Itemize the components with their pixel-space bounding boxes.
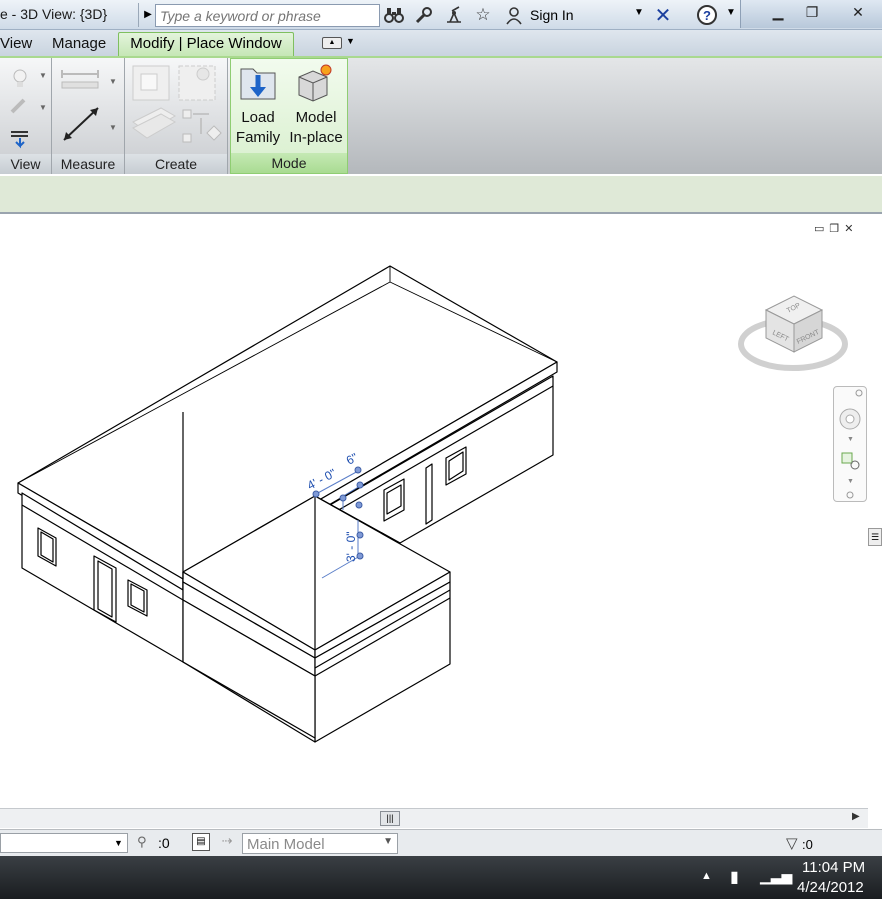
panel-label-measure: Measure bbox=[52, 154, 124, 174]
load-family-button-line1[interactable]: Load bbox=[235, 108, 281, 128]
measure-icon[interactable]: ▼ ▼ bbox=[60, 66, 120, 146]
svg-text:▼: ▼ bbox=[109, 123, 117, 132]
title-bar: e - 3D View: {3D} ▶ ☆ Sign In ▼ ✕ ? ▼ ▁ … bbox=[0, 0, 882, 30]
star-icon[interactable]: ☆ bbox=[472, 4, 494, 26]
binoculars-icon[interactable] bbox=[383, 4, 405, 26]
navbar-close-icon[interactable] bbox=[855, 389, 863, 397]
exchange-x-icon[interactable]: ✕ bbox=[652, 4, 674, 27]
zoom-region-icon[interactable] bbox=[841, 452, 853, 464]
satellite-icon[interactable] bbox=[443, 4, 465, 26]
chevron-down-icon[interactable]: ▼ bbox=[726, 7, 736, 18]
status-bar: ▼ ⚲ :0 ▤ ⇢ Main Model ▼ ▽ :0 bbox=[0, 829, 882, 856]
drawing-area[interactable]: ▭❐✕ 4' - 0" 6" 3' - 0" TOP LEFT FRONT ▼ … bbox=[0, 216, 882, 808]
window-title: e - 3D View: {3D} bbox=[0, 6, 108, 22]
panel-view: ▼ ▼ View bbox=[0, 58, 52, 174]
ribbon-minimize-icon[interactable]: ▲ bbox=[322, 37, 342, 49]
windows-taskbar: ▲ ▮ ▁▃▅ 11:04 PM 4/24/2012 bbox=[0, 856, 882, 899]
clock-time[interactable]: 11:04 PM bbox=[802, 859, 865, 876]
svg-text:▼: ▼ bbox=[847, 436, 854, 443]
navigation-bar: ▼ ▼ bbox=[833, 386, 867, 502]
panel-label-create: Create bbox=[125, 154, 227, 174]
minimize-icon[interactable]: ▁ bbox=[763, 1, 793, 23]
network-signal-icon[interactable]: ▁▃▅ bbox=[760, 868, 792, 885]
ribbon: ▼ ▼ View ▼ ▼ Measure Create Load Family … bbox=[0, 56, 882, 174]
ribbon-tab-row: View Manage Modify | Place Window ▲ ▼ bbox=[0, 30, 882, 57]
chevron-down-icon[interactable]: ▼ bbox=[383, 836, 393, 847]
load-family-icon[interactable] bbox=[239, 63, 279, 105]
help-icon[interactable]: ? bbox=[696, 4, 718, 26]
editable-only-icon[interactable]: ⚲ bbox=[137, 834, 147, 850]
svg-text:?: ? bbox=[703, 8, 711, 23]
svg-text:▼: ▼ bbox=[39, 103, 47, 112]
status-selector[interactable] bbox=[0, 833, 128, 853]
worksets-icon[interactable]: ▤ bbox=[192, 833, 210, 851]
user-icon[interactable] bbox=[503, 4, 525, 26]
search-expand-icon[interactable]: ▶ bbox=[141, 6, 155, 24]
chevron-down-icon[interactable]: ▼ bbox=[114, 833, 123, 853]
model-selector-value: Main Model bbox=[247, 836, 325, 853]
create-tools-icon[interactable] bbox=[131, 62, 223, 150]
scroll-right-icon[interactable]: ▶ bbox=[852, 811, 860, 822]
design-options-icon[interactable]: ⇢ bbox=[218, 833, 236, 851]
search-box[interactable] bbox=[155, 4, 380, 27]
clock-date[interactable]: 4/24/2012 bbox=[797, 879, 864, 896]
power-icon[interactable]: ▮ bbox=[730, 867, 739, 887]
window-controls: ▁ ❐ ✕ bbox=[740, 0, 882, 28]
panel-create: Create bbox=[125, 58, 228, 174]
chevron-down-icon[interactable]: ▼ bbox=[346, 36, 355, 46]
model-in-place-button-line2[interactable]: In-place bbox=[285, 128, 347, 148]
panel-label-mode: Mode bbox=[231, 153, 347, 173]
load-family-button-line2[interactable]: Family bbox=[235, 128, 281, 148]
sign-in-link[interactable]: Sign In bbox=[530, 7, 574, 23]
filter-icon[interactable]: ▽ bbox=[786, 834, 798, 852]
svg-text:▼: ▼ bbox=[39, 71, 47, 80]
tab-manage[interactable]: Manage bbox=[52, 35, 106, 52]
search-input[interactable] bbox=[156, 5, 379, 26]
panel-label-view: View bbox=[0, 154, 51, 174]
model-in-place-icon[interactable] bbox=[293, 63, 335, 105]
panel-mode: Load Family Model In-place Mode bbox=[230, 58, 348, 174]
view-tools-icon[interactable]: ▼ ▼ bbox=[8, 64, 48, 154]
show-hidden-icons-icon[interactable]: ▲ bbox=[701, 870, 712, 882]
vertical-scroll-thumb[interactable]: ☰ bbox=[868, 528, 882, 546]
tab-modify-place-window[interactable]: Modify | Place Window bbox=[118, 32, 294, 57]
panel-measure: ▼ ▼ Measure bbox=[52, 58, 125, 174]
tab-view[interactable]: View bbox=[0, 35, 32, 52]
options-bar bbox=[0, 176, 882, 214]
chevron-down-icon[interactable]: ▼ bbox=[634, 7, 644, 18]
ribbon-empty-area bbox=[348, 58, 882, 174]
close-icon[interactable]: ✕ bbox=[843, 1, 873, 23]
restore-icon[interactable]: ❐ bbox=[797, 1, 827, 23]
svg-text:▼: ▼ bbox=[847, 478, 854, 485]
model-in-place-button-line1[interactable]: Model bbox=[285, 108, 347, 128]
horizontal-scrollbar[interactable]: ||| ▶ bbox=[0, 808, 868, 828]
model-selector[interactable]: Main Model ▼ bbox=[242, 833, 398, 854]
editable-count: :0 bbox=[158, 835, 170, 851]
filter-count: :0 bbox=[802, 837, 813, 852]
title-separator bbox=[138, 3, 139, 27]
svg-text:▼: ▼ bbox=[109, 77, 117, 86]
wrench-icon[interactable] bbox=[413, 4, 435, 26]
horizontal-scroll-thumb[interactable]: ||| bbox=[380, 811, 400, 826]
viewcube[interactable]: TOP LEFT FRONT bbox=[738, 282, 850, 374]
